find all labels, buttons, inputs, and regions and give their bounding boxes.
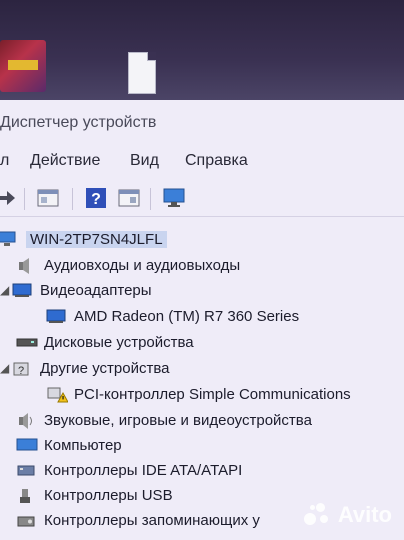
sound-icon (16, 412, 38, 429)
tree-item-other-devices[interactable]: ◢ ? Другие устройства (0, 357, 169, 379)
desktop-background (0, 0, 404, 100)
tree-item-disk-drives[interactable]: Дисковые устройства (16, 331, 194, 353)
help-icon: ? (86, 188, 106, 208)
tree-item-label: Аудиовходы и аудиовыходы (44, 256, 241, 274)
menu-file-partial[interactable]: л (0, 152, 9, 170)
tree-item-label: Другие устройства (40, 359, 170, 377)
tree-item-sound-video[interactable]: Звуковые, игровые и видеоустройства (16, 409, 312, 431)
computer-icon (16, 437, 38, 453)
help-button[interactable]: ? (84, 186, 108, 210)
forward-arrow-icon (0, 191, 15, 205)
disk-drive-icon (16, 334, 38, 350)
tree-item-audio[interactable]: Аудиовходы и аудиовыходы (16, 254, 240, 276)
title-bar: Диспетчер устройств (0, 112, 404, 140)
tree-item-label: Звуковые, игровые и видеоустройства (44, 411, 312, 429)
tree-item-computer[interactable]: Компьютер (16, 434, 122, 456)
display-adapter-icon (12, 282, 34, 298)
tree-item-ide-controllers[interactable]: Контроллеры IDE ATA/ATAPI (16, 459, 242, 481)
console-tree-button[interactable] (117, 186, 141, 210)
avito-watermark: Avito (303, 502, 392, 528)
menu-view[interactable]: Вид (130, 152, 159, 170)
tree-item-label: Видеоадаптеры (40, 281, 152, 299)
tree-item-display-adapters[interactable]: ◢ Видеоадаптеры (0, 279, 152, 301)
tree-item-label: Дисковые устройства (44, 333, 194, 351)
speaker-icon (16, 257, 38, 274)
svg-text:?: ? (18, 365, 24, 377)
monitor-scan-icon (163, 188, 185, 207)
tree-item-label: Контроллеры IDE ATA/ATAPI (44, 461, 243, 479)
tree-item-storage-controllers[interactable]: Контроллеры запоминающих у (16, 509, 260, 531)
toolbar: ? (0, 184, 404, 217)
properties-icon (37, 189, 59, 207)
usb-icon (16, 487, 38, 503)
svg-text:?: ? (91, 191, 101, 208)
tree-item-label: PCI-контроллер Simple Communications (74, 385, 351, 403)
computer-name: WIN-2TP7SN4JLFL (26, 230, 167, 248)
window-title: Диспетчер устройств (0, 114, 157, 131)
menu-help[interactable]: Справка (185, 152, 248, 170)
monitor-icon (46, 308, 68, 324)
expanded-chevron-icon[interactable]: ◢ (0, 361, 12, 375)
unknown-device-icon: ? (12, 360, 34, 377)
warning-device-icon (46, 386, 69, 403)
menu-action[interactable]: Действие (30, 152, 100, 170)
tree-item-label: Контроллеры USB (44, 486, 173, 504)
tree-item-amd-radeon[interactable]: AMD Radeon (TM) R7 360 Series (46, 305, 299, 327)
tree-item-label: Контроллеры запоминающих у (44, 511, 260, 529)
watermark-text: Avito (337, 502, 392, 527)
tree-item-pci-controller[interactable]: PCI-контроллер Simple Communications (46, 383, 351, 405)
ide-controller-icon (16, 462, 38, 478)
console-tree-icon (118, 189, 140, 207)
avito-logo-icon (303, 503, 332, 527)
tree-item-label: Компьютер (44, 436, 122, 454)
scan-hardware-button[interactable] (162, 186, 186, 210)
forward-button[interactable] (0, 186, 18, 210)
document-file-icon[interactable] (128, 52, 156, 94)
expanded-chevron-icon[interactable]: ◢ (0, 283, 12, 297)
menu-bar: л Действие Вид Справка (0, 150, 404, 174)
tree-root[interactable]: WIN-2TP7SN4JLFL (0, 228, 167, 250)
tree-item-usb-controllers[interactable]: Контроллеры USB (16, 484, 173, 506)
storage-controller-icon (16, 512, 38, 528)
device-manager-window: Диспетчер устройств л Действие Вид Справ… (0, 100, 404, 540)
archive-file-icon[interactable] (0, 40, 46, 92)
tree-item-label: AMD Radeon (TM) R7 360 Series (74, 307, 300, 325)
properties-button[interactable] (36, 186, 60, 210)
computer-root-icon (0, 231, 20, 247)
